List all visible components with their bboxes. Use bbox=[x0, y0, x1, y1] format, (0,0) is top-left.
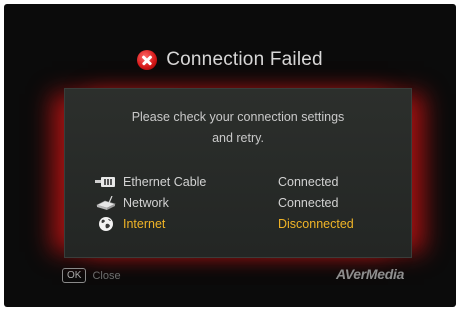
dialog-message: Please check your connection settings an… bbox=[65, 107, 411, 149]
ethernet-cable-icon bbox=[95, 174, 117, 190]
status-row-network: Network Connected bbox=[95, 192, 395, 213]
status-row-ethernet: Ethernet Cable Connected bbox=[95, 171, 395, 192]
brand-logo: AVerMedia bbox=[336, 266, 405, 282]
tv-screen: Connection Failed Please check your conn… bbox=[4, 4, 456, 307]
message-line-2: and retry. bbox=[212, 131, 264, 145]
status-list: Ethernet Cable Connected Network Connect… bbox=[95, 171, 395, 234]
dialog-title: Connection Failed bbox=[166, 49, 323, 70]
status-value-network: Connected bbox=[278, 195, 339, 210]
message-line-1: Please check your connection settings bbox=[131, 110, 345, 124]
network-router-icon bbox=[95, 195, 117, 211]
globe-icon bbox=[95, 216, 117, 232]
ok-key-icon: OK bbox=[62, 268, 87, 283]
status-label-internet: Internet bbox=[123, 216, 166, 231]
status-row-internet: Internet Disconnected bbox=[95, 213, 395, 234]
close-label: Close bbox=[92, 269, 121, 282]
status-label-network: Network bbox=[123, 195, 169, 210]
status-label-ethernet: Ethernet Cable bbox=[123, 174, 207, 189]
dialog-title-row: Connection Failed bbox=[4, 49, 456, 71]
error-x-icon bbox=[137, 50, 158, 70]
connection-status-panel: Please check your connection settings an… bbox=[64, 88, 412, 258]
status-value-ethernet: Connected bbox=[278, 174, 339, 189]
ok-close-button[interactable]: OK Close bbox=[62, 268, 121, 283]
status-value-internet: Disconnected bbox=[278, 216, 354, 231]
